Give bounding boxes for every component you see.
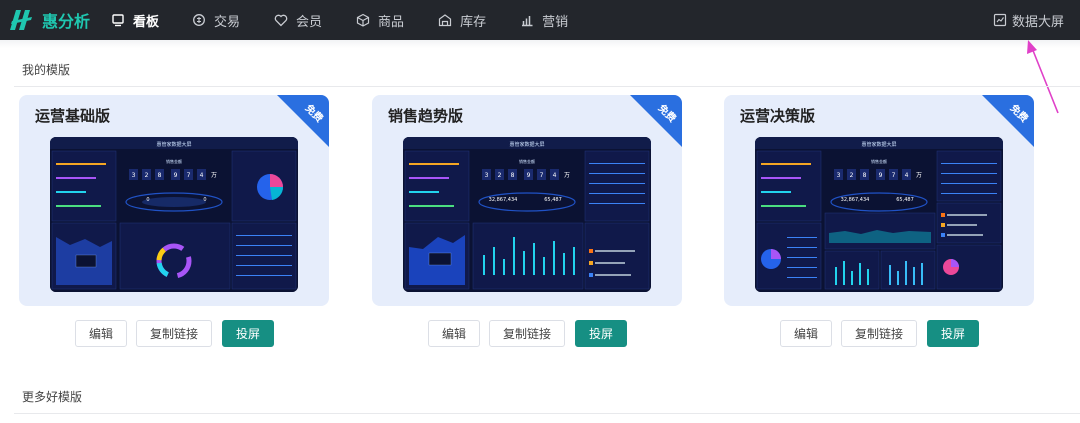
- edit-button[interactable]: 编辑: [428, 320, 480, 347]
- data-screen-link[interactable]: 数据大屏: [993, 0, 1064, 40]
- template-title: 运营基础版: [35, 107, 111, 125]
- data-screen-label: 数据大屏: [1011, 14, 1064, 30]
- svg-text:销售金额: 销售金额: [871, 158, 887, 164]
- svg-text:65,487: 65,487: [544, 197, 562, 203]
- svg-text:8: 8: [511, 172, 515, 179]
- svg-text:万: 万: [916, 172, 922, 179]
- svg-text:惠管家数据大屏: 惠管家数据大屏: [861, 141, 896, 148]
- template-title: 运营决策版: [740, 107, 816, 125]
- svg-text:万: 万: [211, 172, 217, 179]
- svg-text:惠管家数据大屏: 惠管家数据大屏: [509, 141, 544, 148]
- nav-label: 会员: [296, 14, 323, 30]
- nav-label: 商品: [378, 14, 405, 30]
- template-preview[interactable]: 惠管家数据大屏 销售金额 3 2 8 9 7 4 万 0 0: [50, 137, 298, 292]
- nav-item-transaction[interactable]: 交易: [192, 0, 240, 40]
- logo-icon: [8, 9, 38, 31]
- svg-text:9: 9: [879, 172, 883, 179]
- svg-text:9: 9: [527, 172, 531, 179]
- template-card[interactable]: 销售趋势版 免费 惠管家数据大屏 销售金额 3 2 8 9 7 4 万 32,8…: [372, 95, 682, 306]
- copy-link-button[interactable]: 复制链接: [489, 320, 565, 347]
- cast-screen-button[interactable]: 投屏: [927, 320, 979, 347]
- cast-screen-button[interactable]: 投屏: [575, 320, 627, 347]
- template-preview[interactable]: 惠管家数据大屏 销售金额 3 2 8 9 7 4 万 32,867,434 65…: [403, 137, 651, 292]
- cast-screen-button[interactable]: 投屏: [222, 320, 274, 347]
- section-title-my-templates: 我的模版: [22, 63, 71, 77]
- svg-text:8: 8: [158, 172, 162, 179]
- main-nav: 看板 交易 会员 商品 库存 营销: [104, 0, 568, 40]
- svg-text:0: 0: [203, 197, 206, 203]
- nav-item-inventory[interactable]: 库存: [438, 0, 486, 40]
- big-screen-icon: [993, 13, 1007, 27]
- svg-text:销售金额: 销售金额: [519, 158, 535, 164]
- product-icon: [356, 13, 370, 27]
- section-title-more-templates: 更多好模版: [22, 390, 83, 404]
- svg-text:惠管家数据大屏: 惠管家数据大屏: [156, 141, 191, 148]
- edit-button[interactable]: 编辑: [75, 320, 127, 347]
- nav-item-marketing[interactable]: 营销: [520, 0, 568, 40]
- svg-text:32,867,434: 32,867,434: [489, 197, 518, 203]
- svg-text:3: 3: [132, 172, 136, 179]
- template-card[interactable]: 运营基础版 免费 惠管家数据大屏 销售金额 3 2 8 9 7 4 万 0 0: [19, 95, 329, 306]
- nav-item-dashboard[interactable]: 看板: [111, 0, 159, 40]
- dashboard-preview-image: 惠管家数据大屏 销售金额 3 2 8 9 7 4 万 32,867,434 65…: [755, 137, 1003, 292]
- logo-text: 惠分析: [42, 12, 91, 31]
- svg-text:0: 0: [146, 197, 149, 203]
- svg-text:8: 8: [863, 172, 867, 179]
- nav-label: 库存: [460, 14, 487, 30]
- copy-link-button[interactable]: 复制链接: [136, 320, 212, 347]
- app-logo[interactable]: 惠分析: [8, 8, 104, 32]
- template-card[interactable]: 运营决策版 免费 惠管家数据大屏 销售金额 3 2 8 9 7 4 万 32,8…: [724, 95, 1034, 306]
- dashboard-preview-image: 惠管家数据大屏 销售金额 3 2 8 9 7 4 万 32,867,434 65…: [403, 137, 651, 292]
- transaction-icon: [192, 13, 206, 27]
- nav-item-member[interactable]: 会员: [274, 0, 322, 40]
- svg-text:7: 7: [187, 172, 191, 179]
- section-divider: [14, 86, 1080, 87]
- svg-text:9: 9: [174, 172, 178, 179]
- svg-text:2: 2: [498, 172, 502, 179]
- inventory-icon: [438, 13, 452, 27]
- header-shadow: [0, 40, 1080, 48]
- nav-label: 营销: [542, 14, 569, 30]
- template-preview[interactable]: 惠管家数据大屏 销售金额 3 2 8 9 7 4 万 32,867,434 65…: [755, 137, 1003, 292]
- dashboard-icon: [111, 13, 125, 27]
- edit-button[interactable]: 编辑: [780, 320, 832, 347]
- marketing-icon: [520, 13, 534, 27]
- svg-text:3: 3: [837, 172, 841, 179]
- nav-label: 交易: [214, 14, 241, 30]
- svg-text:3: 3: [485, 172, 489, 179]
- svg-text:4: 4: [553, 172, 557, 179]
- svg-text:65,487: 65,487: [896, 197, 914, 203]
- nav-label: 看板: [133, 14, 160, 30]
- member-icon: [274, 13, 288, 27]
- svg-text:2: 2: [850, 172, 854, 179]
- nav-item-product[interactable]: 商品: [356, 0, 404, 40]
- svg-text:4: 4: [200, 172, 204, 179]
- section-divider: [14, 413, 1080, 414]
- svg-text:销售金额: 销售金额: [166, 158, 182, 164]
- copy-link-button[interactable]: 复制链接: [841, 320, 917, 347]
- svg-text:4: 4: [905, 172, 909, 179]
- svg-text:7: 7: [540, 172, 544, 179]
- template-title: 销售趋势版: [388, 107, 464, 125]
- svg-text:万: 万: [564, 172, 570, 179]
- svg-text:32,867,434: 32,867,434: [841, 197, 870, 203]
- top-navigation-bar: 惠分析 看板 交易 会员 商品 库存 营销 数据大屏: [0, 0, 1080, 40]
- svg-text:2: 2: [145, 172, 149, 179]
- svg-text:7: 7: [892, 172, 896, 179]
- dashboard-preview-image: 惠管家数据大屏 销售金额 3 2 8 9 7 4 万 0 0: [50, 137, 298, 292]
